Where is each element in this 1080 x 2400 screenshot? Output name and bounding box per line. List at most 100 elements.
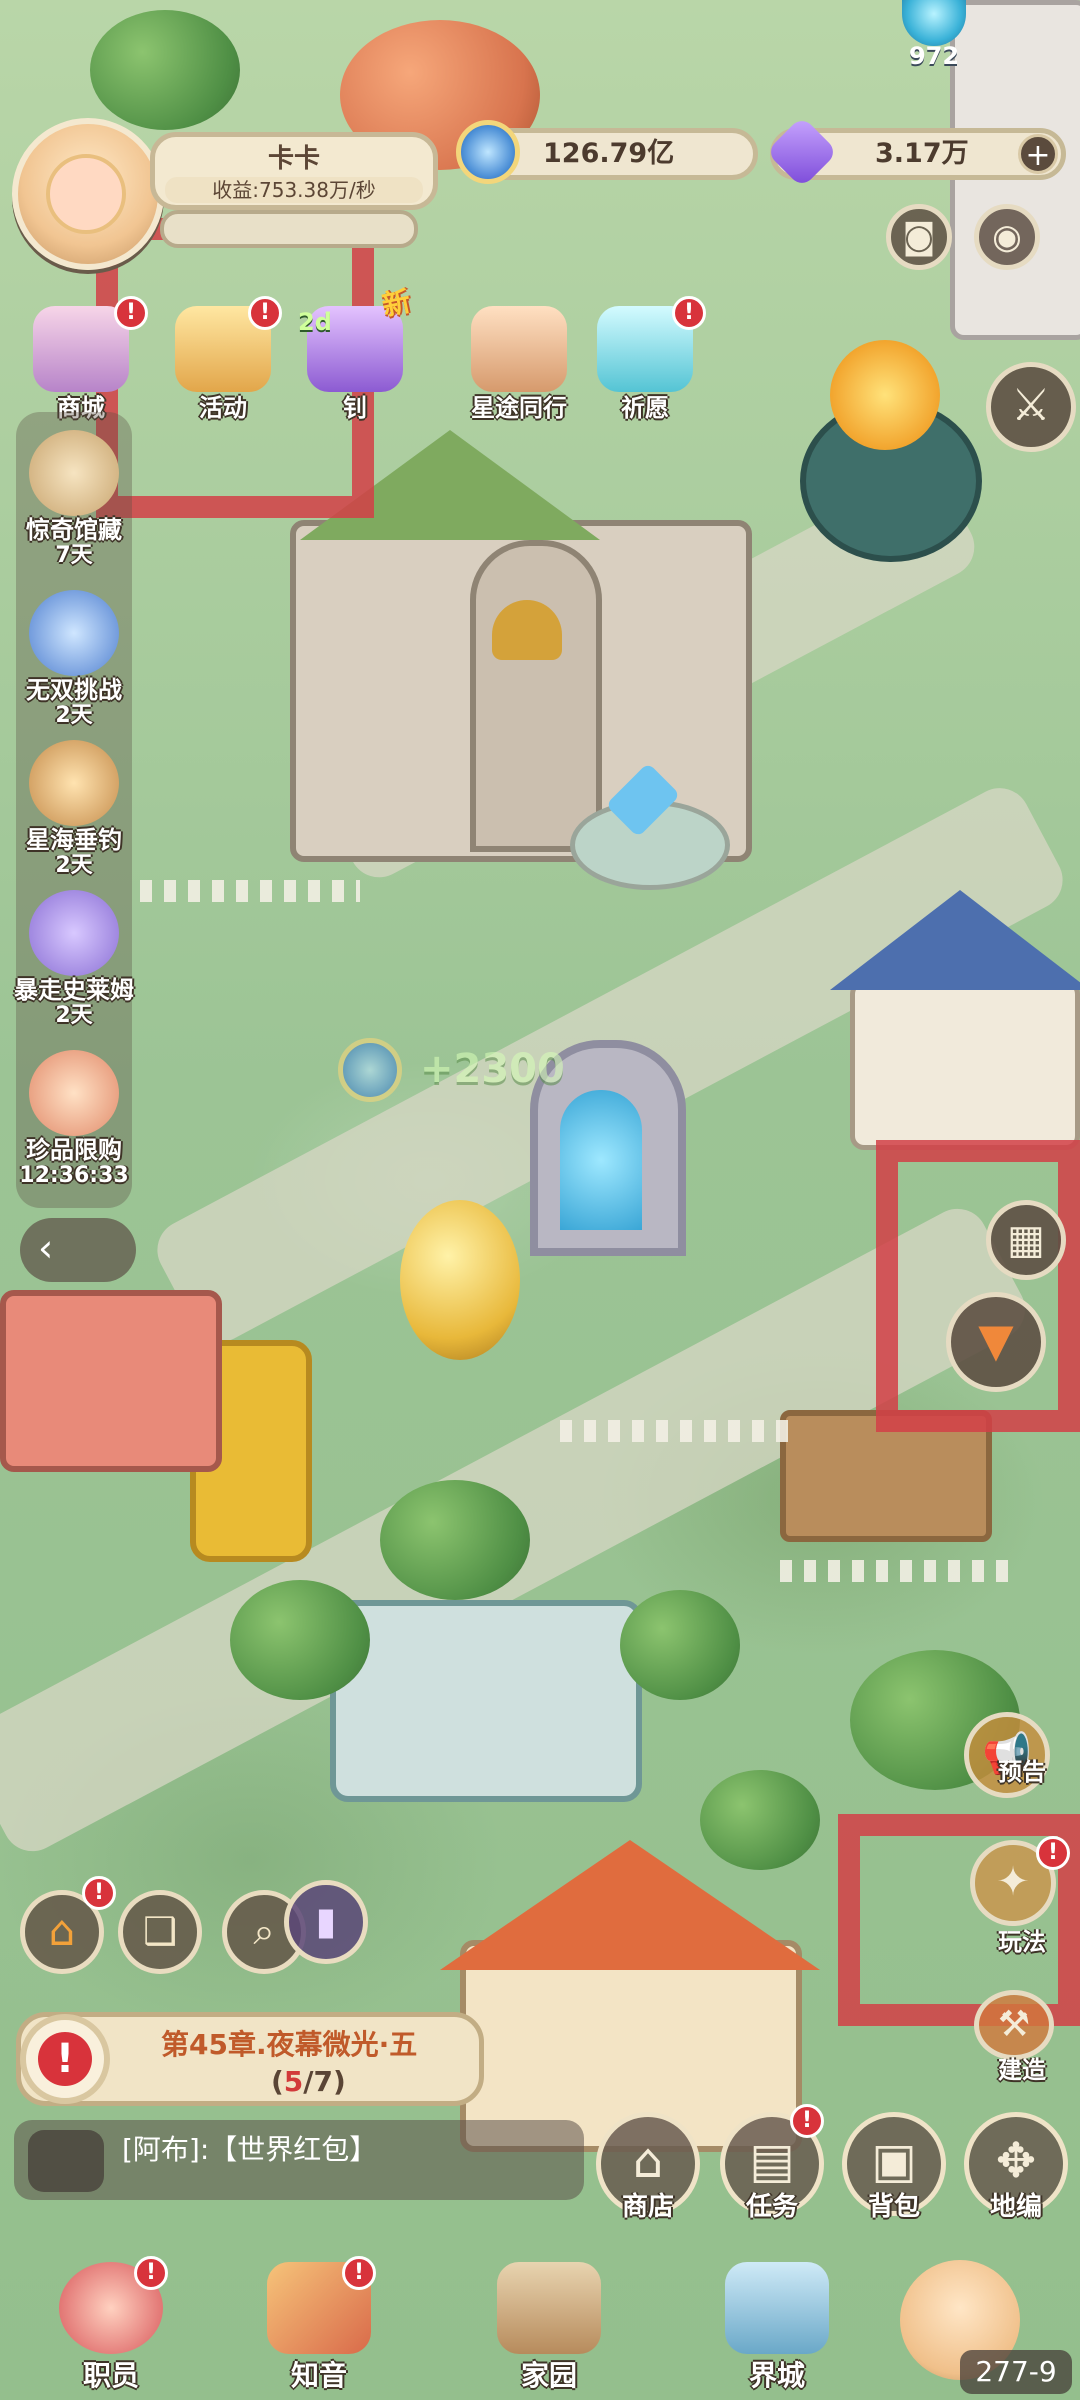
- coin-amount: 126.79亿: [543, 138, 675, 169]
- event-slime-rampage[interactable]: 暴走史莱姆 2天: [4, 890, 144, 1028]
- fishing-icon: [29, 740, 119, 826]
- camera-icon: ◙: [902, 217, 936, 257]
- trophy-icon: [29, 590, 119, 676]
- gift-box-icon: [29, 1050, 119, 1136]
- golden-egg[interactable]: [400, 1200, 520, 1360]
- alert-badge: !: [1036, 1836, 1070, 1870]
- tree: [380, 1480, 530, 1600]
- chat-message: [阿布]:【世界红包】: [122, 2133, 378, 2166]
- bag-label: 背包: [867, 2192, 920, 2222]
- eye-icon: ◉: [992, 217, 1022, 257]
- event-label: 暴走史莱姆: [14, 976, 134, 1004]
- nav-label: 知音: [290, 2359, 347, 2392]
- feature-label: 活动: [199, 394, 247, 422]
- companion-icon: [471, 306, 567, 392]
- player-name: 卡卡: [267, 144, 320, 174]
- scroll-icon: [29, 430, 119, 516]
- nav-home[interactable]: 家园: [474, 2262, 624, 2394]
- duration-tag: 2d: [298, 308, 332, 336]
- event-label: 惊奇馆藏: [26, 516, 122, 544]
- tree: [90, 10, 240, 130]
- add-gems-button[interactable]: +: [1018, 134, 1058, 174]
- chapter-title: 第45章.夜幕微光·五: [161, 2028, 418, 2061]
- alert-badge: !: [114, 296, 148, 330]
- carrot-icon: ▼: [978, 1313, 1014, 1367]
- nav-label: 职员: [82, 2359, 139, 2392]
- player-card[interactable]: 卡卡 收益:753.38万/秒: [150, 132, 438, 210]
- alert-badge: !: [790, 2104, 824, 2138]
- floating-reward-amount: +2300: [420, 1046, 565, 1092]
- chat-bubble-icon[interactable]: [28, 2130, 104, 2192]
- build-label: 建造: [998, 2056, 1046, 2084]
- portal-swirl: [560, 1090, 642, 1230]
- preview-label: 预告: [998, 1758, 1046, 1786]
- dialogue-button[interactable]: ❑: [118, 1890, 202, 1974]
- event-timer: 2天: [55, 703, 93, 728]
- event-curio-collection[interactable]: 惊奇馆藏 7天: [4, 430, 144, 568]
- fence: [140, 880, 360, 902]
- feature-label: 钊: [343, 394, 367, 422]
- avatar-face: [46, 154, 126, 234]
- alert-badge: !: [82, 1876, 116, 1910]
- income-rate: 收益:753.38万/秒: [165, 177, 423, 203]
- event-timer: 12:36:33: [19, 1163, 129, 1188]
- tree: [700, 1770, 820, 1870]
- alert-badge: !: [248, 296, 282, 330]
- tree: [230, 1580, 370, 1700]
- feature-label: 星途同行: [471, 394, 567, 422]
- collapse-sidebar-button[interactable]: ‹: [20, 1218, 136, 1282]
- store-label: 商店: [621, 2192, 674, 2222]
- view-toggle-button[interactable]: ◉: [974, 204, 1040, 270]
- slime-icon: [29, 890, 119, 976]
- event-label: 星海垂钓: [26, 826, 122, 854]
- alert-badge: !: [342, 2256, 376, 2290]
- event-star-sea-fishing[interactable]: 星海垂钓 2天: [4, 740, 144, 878]
- harvest-button[interactable]: ▼: [946, 1292, 1046, 1392]
- player-avatar[interactable]: [12, 118, 164, 270]
- tarot-card-icon: ▮: [315, 1899, 337, 1943]
- card-deck-button[interactable]: ▮: [284, 1880, 368, 1964]
- map-edit-label: 地编: [989, 2192, 1042, 2222]
- nav-label: 界城: [748, 2359, 805, 2392]
- feature-companion[interactable]: 星途同行: [444, 306, 594, 423]
- fence: [780, 1560, 1020, 1582]
- chapter-progress: (5/7): [271, 2065, 346, 2098]
- blue-roof-cottage[interactable]: [850, 980, 1080, 1150]
- gameplay-label: 玩法: [998, 1928, 1046, 1956]
- bell-tower: [470, 540, 602, 852]
- park-gazebo[interactable]: [330, 1600, 642, 1802]
- chevron-left-icon: ‹: [38, 1226, 54, 1270]
- feature-label: 祈愿: [621, 394, 669, 422]
- event-timer: 2天: [55, 1003, 93, 1028]
- chapter-alert-icon: !: [20, 2014, 110, 2104]
- blue-roof: [830, 890, 1080, 990]
- event-unmatched-challenge[interactable]: 无双挑战 2天: [4, 590, 144, 728]
- event-label: 珍品限购: [26, 1136, 122, 1164]
- lava-orb: [830, 340, 940, 450]
- alert-badge: !: [672, 296, 706, 330]
- sword-icon: ⚔: [1011, 380, 1051, 431]
- red-shop[interactable]: [0, 1290, 222, 1472]
- event-limited-treasures[interactable]: 珍品限购 12:36:33: [4, 1050, 144, 1188]
- grid-icon: ▦: [1007, 1217, 1045, 1263]
- fence: [560, 1420, 790, 1442]
- battle-button[interactable]: ⚔: [986, 362, 1076, 452]
- book-icon: ✦: [996, 1859, 1030, 1905]
- quest-label: 任务: [745, 2192, 798, 2222]
- cards-icon: ❑: [142, 1909, 178, 1953]
- event-label: 无双挑战: [26, 676, 122, 704]
- event-timer: 2天: [55, 853, 93, 878]
- hammer-icon: ⚒: [997, 2004, 1031, 2045]
- tower-icon: [725, 2262, 829, 2354]
- gem-amount: 3.17万: [875, 138, 969, 169]
- player-subtitle[interactable]: [160, 210, 418, 248]
- event-timer: 7天: [55, 543, 93, 568]
- nav-label: 家园: [520, 2359, 577, 2392]
- camera-button[interactable]: ◙: [886, 204, 952, 270]
- tree: [620, 1590, 740, 1700]
- nav-realm-city[interactable]: 界城: [702, 2262, 852, 2394]
- layout-grid-button[interactable]: ▦: [986, 1200, 1066, 1280]
- build-number: 277-9: [960, 2350, 1072, 2394]
- alert-badge: !: [134, 2256, 168, 2290]
- chapter-progress-current: 5: [283, 2065, 304, 2098]
